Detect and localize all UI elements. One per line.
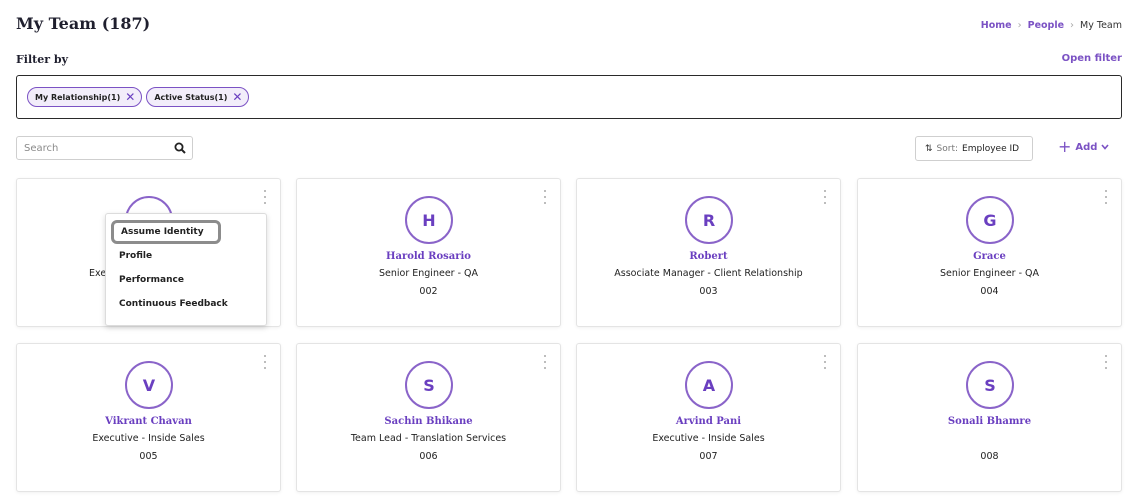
employee-id: 008 xyxy=(980,451,999,462)
more-options-icon[interactable] xyxy=(822,190,828,204)
menu-item-continuous-feedback[interactable]: Continuous Feedback xyxy=(106,292,266,316)
employee-id: 004 xyxy=(980,286,999,297)
employee-card[interactable]: A Arvind Pani Executive - Inside Sales 0… xyxy=(576,343,841,492)
more-options-icon[interactable] xyxy=(262,355,268,369)
avatar: S xyxy=(966,361,1014,409)
employee-card[interactable]: S Sonali Bhamre 008 xyxy=(857,343,1122,492)
plus-icon: + xyxy=(1058,137,1072,156)
chevron-right-icon: › xyxy=(1017,20,1022,31)
menu-item-profile[interactable]: Profile xyxy=(106,244,266,268)
menu-item-performance[interactable]: Performance xyxy=(106,268,266,292)
employee-card[interactable]: G Grace Senior Engineer - QA 004 xyxy=(857,178,1122,327)
employee-card[interactable]: S Sachin Bhikane Team Lead - Translation… xyxy=(296,343,561,492)
more-options-icon[interactable] xyxy=(1103,190,1109,204)
sort-value-label: Employee ID xyxy=(962,143,1020,154)
employee-card[interactable]: H Harold Rosario Senior Engineer - QA 00… xyxy=(296,178,561,327)
breadcrumb-current: My Team xyxy=(1080,20,1122,31)
chevron-right-icon: › xyxy=(1070,20,1075,31)
employee-name[interactable]: Arvind Pani xyxy=(577,416,840,427)
employee-name[interactable]: Robert xyxy=(577,251,840,262)
employee-id: 003 xyxy=(699,286,718,297)
employee-card[interactable]: V Vikrant Chavan Executive - Inside Sale… xyxy=(16,343,281,492)
employee-role: Senior Engineer - QA xyxy=(378,268,479,279)
employee-id: 006 xyxy=(419,451,438,462)
avatar: H xyxy=(405,196,453,244)
employee-name[interactable]: Vikrant Chavan xyxy=(17,416,280,427)
close-icon[interactable]: ✕ xyxy=(232,91,242,103)
menu-item-assume-identity[interactable]: Assume Identity xyxy=(111,220,221,244)
filter-chip-my-relationship: My Relationship(1) ✕ xyxy=(27,87,143,107)
more-options-icon[interactable] xyxy=(262,190,268,204)
avatar: A xyxy=(685,361,733,409)
more-options-icon[interactable] xyxy=(822,355,828,369)
card-context-menu: Assume Identity Profile Performance Cont… xyxy=(105,213,267,326)
filter-chips-container: My Relationship(1) ✕ Active Status(1) ✕ xyxy=(16,75,1122,119)
breadcrumb-home-link[interactable]: Home xyxy=(981,20,1012,31)
more-options-icon[interactable] xyxy=(542,190,548,204)
employee-role: Team Lead - Translation Services xyxy=(350,433,507,444)
employee-card[interactable]: R Robert Associate Manager - Client Rela… xyxy=(576,178,841,327)
chevron-down-icon xyxy=(1101,144,1110,150)
filter-chip-label: Active Status(1) xyxy=(154,92,228,102)
search-icon[interactable] xyxy=(168,137,192,159)
employee-role: Executive - Inside Sales xyxy=(652,433,765,444)
employee-name[interactable]: Sonali Bhamre xyxy=(858,416,1121,427)
sort-button[interactable]: ⇅ Sort: Employee ID xyxy=(915,136,1033,161)
employee-role: Associate Manager - Client Relationship xyxy=(614,268,803,279)
filter-chip-label: My Relationship(1) xyxy=(35,92,121,102)
avatar: R xyxy=(685,196,733,244)
employee-id: 002 xyxy=(419,286,438,297)
search-input[interactable] xyxy=(24,142,168,154)
filter-chip-active-status: Active Status(1) ✕ xyxy=(146,87,250,107)
filter-label: Filter by xyxy=(16,53,68,66)
avatar: G xyxy=(966,196,1014,244)
employee-role: Executive - Inside Sales xyxy=(92,433,205,444)
breadcrumb-people-link[interactable]: People xyxy=(1028,20,1064,31)
more-options-icon[interactable] xyxy=(1103,355,1109,369)
search-box xyxy=(16,136,193,160)
employee-name[interactable]: Grace xyxy=(858,251,1121,262)
employee-role: Senior Engineer - QA xyxy=(939,268,1040,279)
avatar: S xyxy=(405,361,453,409)
employee-name[interactable]: Harold Rosario xyxy=(297,251,560,262)
employee-name[interactable]: Sachin Bhikane xyxy=(297,416,560,427)
add-label: Add xyxy=(1075,141,1098,153)
sort-prefix-label: Sort: xyxy=(936,143,959,154)
add-button[interactable]: + Add xyxy=(1058,137,1110,156)
close-icon[interactable]: ✕ xyxy=(125,91,135,103)
sort-arrows-icon: ⇅ xyxy=(925,143,933,154)
open-filter-link[interactable]: Open filter xyxy=(1062,53,1122,64)
breadcrumb: Home › People › My Team xyxy=(981,20,1122,31)
avatar: V xyxy=(125,361,173,409)
page-title: My Team (187) xyxy=(16,14,151,33)
more-options-icon[interactable] xyxy=(542,355,548,369)
employee-id: 005 xyxy=(139,451,158,462)
employee-id: 007 xyxy=(699,451,718,462)
